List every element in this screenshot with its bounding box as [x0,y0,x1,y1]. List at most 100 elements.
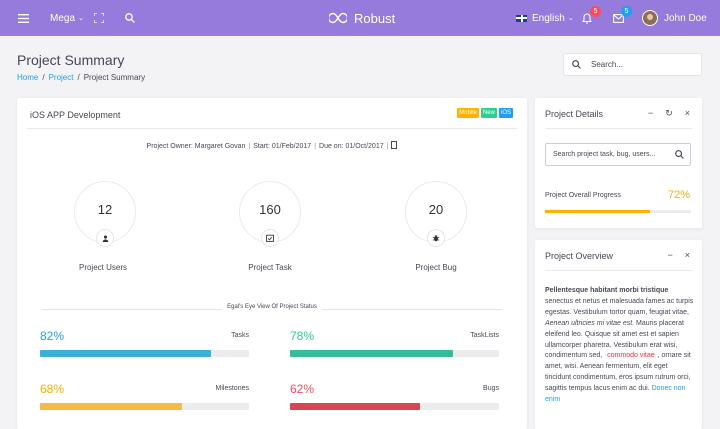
stat-task-value: 160 [259,202,281,217]
card-header-divider [27,128,517,129]
fullscreen-button[interactable] [94,0,104,36]
project-details-card: Project Details − ↻ × Search project tas… [535,98,702,228]
user-menu[interactable]: John Doe [642,0,707,36]
overall-progress-value: 72% [667,189,690,201]
bug-icon [427,229,445,247]
mega-menu-label: Mega [50,12,76,24]
hamburger-icon [18,13,29,23]
metric-tasklists-pct: 78% [290,329,315,343]
project-due: Due on: 01/Oct/2017 [319,143,384,150]
close-icon[interactable]: × [685,108,690,119]
card-actions: − × [667,250,690,260]
breadcrumb-separator: / [42,73,45,82]
stat-circle: 160 [239,181,301,247]
tag-new[interactable]: New [480,108,497,118]
tag-ios[interactable]: iOS [498,108,513,118]
card-header-divider [545,270,692,271]
stat-bug-label: Project Bug [415,263,457,272]
user-icon [96,229,114,247]
brand-name: Robust [354,10,396,26]
minimize-icon[interactable]: − [648,108,653,119]
metric-tasklists-track [290,350,499,357]
reload-icon[interactable]: ↻ [665,108,673,119]
search-icon[interactable] [675,150,684,159]
chevron-down-icon: ⌄ [567,15,574,22]
language-dropdown[interactable]: English ⌄ [516,0,574,36]
stat-bug-value: 20 [428,202,444,217]
status-heading: Egal's Eye View Of Project Status [17,304,527,310]
metric-milestones-track [40,403,249,410]
metric-bugs-fill [290,403,420,410]
breadcrumb: Home / Project / Project Summary [17,73,145,82]
language-label: English [532,12,565,24]
overall-progress-track [545,210,691,213]
project-overview-title: Project Overview [545,251,614,261]
overview-italic-text: Aenean ultricies mi vitae est. [545,319,635,327]
menu-toggle-button[interactable] [18,0,29,36]
header-search-input[interactable]: Search... [563,53,702,76]
card-header-divider [545,128,692,129]
breadcrumb-project-link[interactable]: Project [49,73,74,82]
breadcrumb-current: Project Summary [83,73,146,82]
metric-tasks-label: Tasks [231,332,249,339]
metric-bugs-track [290,403,499,410]
avatar [642,10,658,26]
project-search-input[interactable]: Search project task, bug, users... [545,143,691,166]
project-card-title: iOS APP Development [30,110,121,120]
user-name: John Doe [664,12,707,24]
metric-milestones-pct: 68% [40,382,65,396]
breadcrumb-home-link[interactable]: Home [17,73,38,82]
breadcrumb-separator: / [77,73,80,82]
top-navbar: Mega ⌄ Robust English ⌄ 5 5 John Doe [0,0,720,36]
header-search-placeholder: Search... [591,60,624,69]
project-meta: Project Owner: Margaret Govan | Start: 01/… [17,141,527,150]
overview-paragraph: Pellentesque habitant morbi tristique se… [545,286,695,406]
project-overview-card: Project Overview − × Pellentesque habita… [535,240,702,429]
project-tags: Mobile New iOS [457,108,513,118]
stat-project-users: 12 [74,181,136,247]
infinity-logo-icon [329,12,347,24]
metric-milestones-label: Milestones [215,385,249,392]
metric-tasks-pct: 82% [40,329,65,343]
overall-progress-fill [545,210,651,213]
stat-circle: 20 [405,181,467,247]
project-search-placeholder: Search project task, bug, users... [553,151,656,158]
tag-mobile[interactable]: Mobile [457,108,479,118]
metric-bugs-pct: 62% [290,382,315,396]
project-owner: Project Owner: Margaret Govan [146,143,246,150]
metric-tasklists-fill [290,350,454,357]
search-icon [572,60,581,69]
card-actions: − ↻ × [648,108,690,119]
minimize-icon[interactable]: − [667,250,672,260]
notifications-button[interactable] [582,0,592,36]
metric-bugs-label: Bugs [483,385,499,392]
chevron-down-icon: ⌄ [78,15,84,22]
stat-users-value: 12 [97,202,113,217]
nav-search-button[interactable] [125,0,135,36]
metric-tasks-track [40,350,249,357]
expand-icon [94,13,104,23]
mega-menu-dropdown[interactable]: Mega ⌄ [50,0,84,36]
overview-bold-text: Pellentesque habitant morbi tristique [545,287,669,294]
stat-project-bug: 20 [405,181,467,247]
overview-code-text: commodo vitae [604,352,658,360]
overview-text-1: senectus et netus et malesuada fames ac … [545,297,694,316]
close-icon[interactable]: × [685,250,690,260]
document-icon[interactable] [391,141,398,149]
stat-project-task: 160 [239,181,301,247]
metric-tasklists-label: TaskLists [470,332,499,339]
stat-task-label: Project Task [248,263,292,272]
messages-badge: 5 [621,6,632,17]
metric-tasks-fill [40,350,212,357]
stat-users-label: Project Users [78,263,127,272]
project-details-title: Project Details [545,109,604,119]
notifications-badge: 5 [590,6,601,17]
page-title: Project Summary [17,52,125,68]
calendar-check-icon [261,229,279,247]
stat-circle: 12 [74,181,136,247]
brand-logo[interactable]: Robust [329,0,395,36]
project-card: iOS APP Development Mobile New iOS Proje… [17,98,527,429]
messages-button[interactable] [613,0,624,36]
project-start: Start: 01/Feb/2017 [253,143,312,150]
search-icon [125,13,135,23]
